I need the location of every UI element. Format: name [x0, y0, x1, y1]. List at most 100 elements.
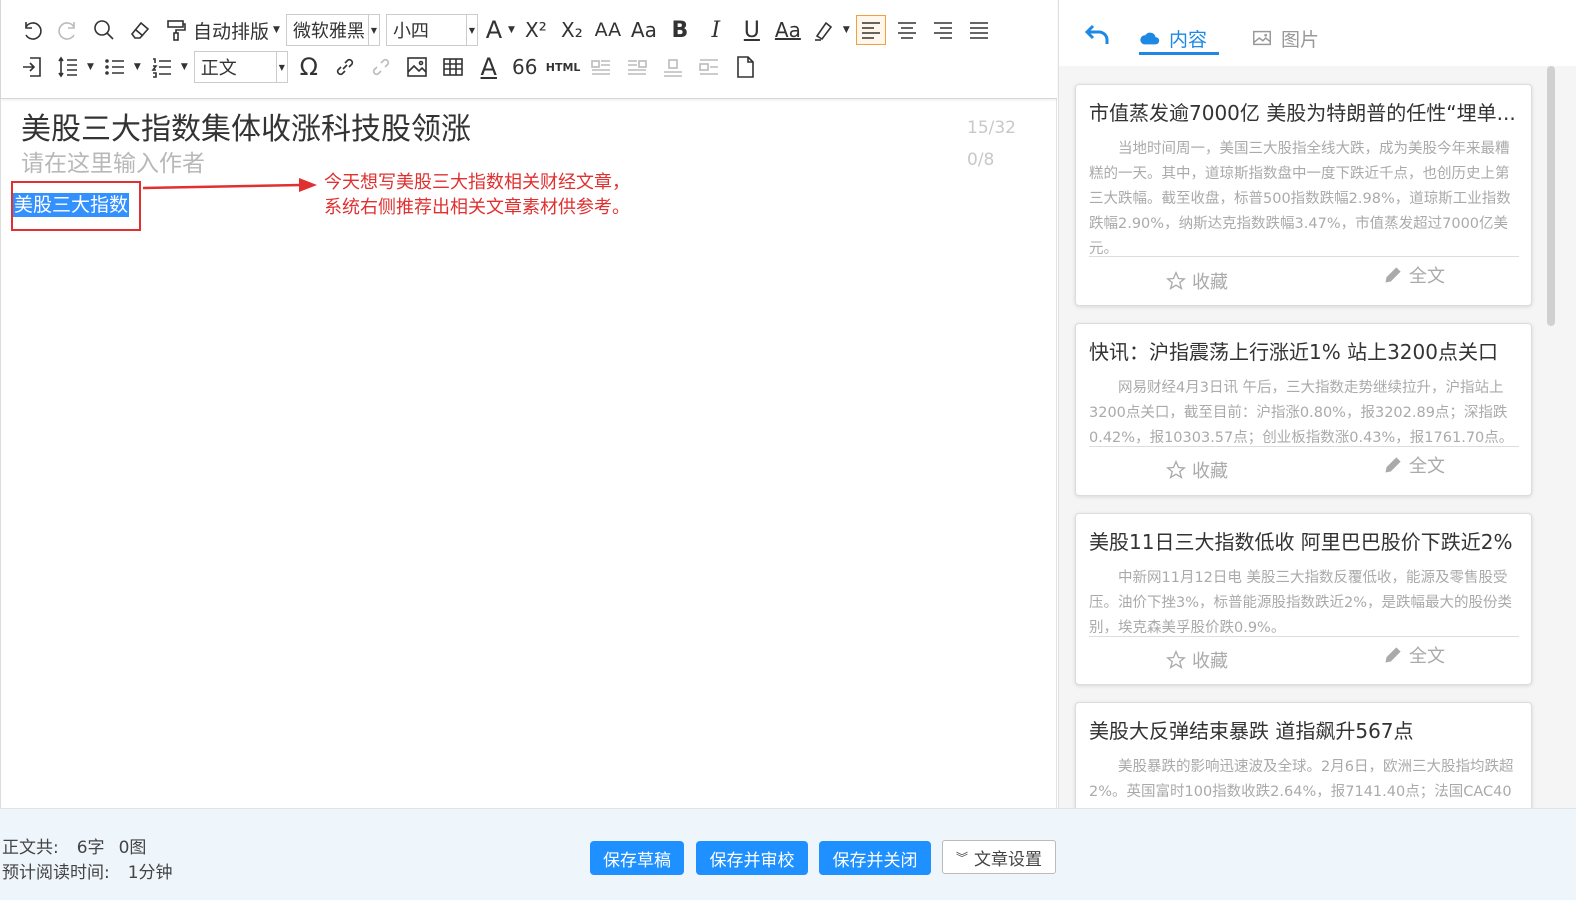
align-justify-button[interactable] [964, 15, 994, 45]
text-effect-button[interactable]: Aa [773, 15, 803, 45]
indent-icon [23, 57, 41, 77]
italic-button[interactable]: I [701, 15, 731, 45]
article-card[interactable]: 美股11日三大指数低收 阿里巴巴股价下跌近2% 中新网11月12日电 美股三大指… [1075, 513, 1532, 685]
font-color-button[interactable]: A [484, 15, 504, 45]
font-case-button[interactable]: AA [593, 15, 623, 45]
footer-bar: 正文共: 6字 0图 预计阅读时间: 1分钟 保存草稿 保存并审校 保存并关闭 ︾ 文… [0, 808, 1576, 900]
format-painter-button[interactable] [161, 15, 191, 45]
article-card-title[interactable]: 快讯：沪指震荡上行涨近1% 站上3200点关口 [1089, 336, 1519, 365]
cloud-icon [1140, 32, 1160, 45]
article-card-summary: 当地时间周一，美国三大股指全线大跌，成为美股今年来最糟糕的一天。其中，道琼斯指数… [1089, 141, 1511, 257]
bullet-list-button[interactable] [100, 52, 130, 82]
back-button[interactable] [1083, 20, 1111, 48]
align-center-icon [897, 22, 916, 39]
title-input[interactable]: 美股三大指数集体收涨科技股领涨 [21, 104, 471, 148]
page-icon [737, 56, 755, 78]
panel-scrollbar[interactable] [1547, 66, 1555, 326]
align-center-button[interactable] [892, 15, 922, 45]
font-case-icon: AA [594, 19, 622, 41]
font-background-button[interactable]: A [474, 52, 504, 82]
collect-label: 收藏 [1192, 651, 1228, 672]
article-settings-button[interactable]: ︾ 文章设置 [942, 840, 1056, 874]
underline-icon: U [743, 17, 760, 43]
numbered-list-dropdown-icon[interactable]: ▼ [181, 62, 188, 72]
redo-icon [58, 22, 75, 40]
annotation-line-1: 今天想写美股三大指数相关财经文章， [324, 172, 630, 193]
article-card[interactable]: 快讯：沪指震荡上行涨近1% 站上3200点关口 网易财经4月3日讯 午后，三大指… [1075, 323, 1532, 496]
eraser-button[interactable] [125, 15, 155, 45]
align-left-button[interactable] [855, 15, 886, 45]
save-close-button[interactable]: 保存并关闭 [819, 841, 931, 875]
superscript-button[interactable]: X² [521, 15, 551, 45]
author-input[interactable]: 请在这里输入作者 [21, 144, 205, 178]
subscript-button[interactable]: X₂ [557, 15, 587, 45]
undo-button[interactable] [17, 15, 47, 45]
image-center-button[interactable] [658, 52, 688, 82]
redo-button[interactable] [53, 15, 83, 45]
recommendation-header: 内容 图片 [1059, 0, 1576, 66]
quote-button[interactable]: 66 [510, 52, 540, 82]
underline-button[interactable]: U [737, 15, 767, 45]
highlight-button[interactable] [809, 15, 839, 45]
highlight-dropdown-icon[interactable]: ▼ [843, 25, 850, 35]
eraser-icon [130, 21, 150, 39]
line-height-button[interactable] [53, 52, 83, 82]
save-review-button[interactable]: 保存并审校 [696, 841, 808, 875]
image-inline-button[interactable] [694, 52, 724, 82]
word-count-value: 6字 [76, 838, 105, 858]
full-text-button[interactable]: 全文 [1383, 642, 1445, 668]
page-button[interactable] [730, 52, 760, 82]
font-family-select[interactable]: 微软雅黑 ▼ [285, 14, 380, 46]
bullet-list-dropdown-icon[interactable]: ▼ [134, 62, 141, 72]
auto-layout-dropdown-icon[interactable]: ▼ [273, 25, 280, 35]
indent-button[interactable] [17, 52, 47, 82]
image-float-left-button[interactable] [586, 52, 616, 82]
card-divider [1089, 446, 1519, 447]
html-source-button[interactable]: HTML [546, 52, 581, 82]
annotation-arrow-icon [142, 178, 317, 192]
collect-button[interactable]: 收藏 [1166, 647, 1228, 673]
image-inline-icon [699, 59, 719, 75]
full-text-button[interactable]: 全文 [1383, 452, 1445, 478]
article-card-title[interactable]: 美股11日三大指数低收 阿里巴巴股价下跌近2% [1089, 526, 1519, 555]
article-card[interactable]: 美股大反弹结束暴跌 道指飙升567点 美股暴跌的影响迅速波及全球。2月6日，欧洲… [1075, 702, 1532, 808]
font-size-select[interactable]: 小四 ▼ [385, 14, 478, 46]
link-button[interactable] [330, 52, 360, 82]
save-draft-button[interactable]: 保存草稿 [590, 841, 684, 875]
tab-images[interactable]: 图片 [1251, 20, 1319, 56]
undo-icon [25, 22, 42, 40]
paragraph-style-select[interactable]: 正文 ▼ [193, 51, 288, 83]
bold-button[interactable]: B [665, 15, 695, 45]
line-height-icon [58, 56, 77, 78]
insert-table-button[interactable] [438, 52, 468, 82]
font-color-dropdown-icon[interactable]: ▼ [508, 25, 515, 35]
chevron-double-down-icon: ︾ [955, 850, 968, 865]
collect-label: 收藏 [1192, 461, 1228, 482]
align-right-button[interactable] [928, 15, 958, 45]
unlink-button[interactable] [366, 52, 396, 82]
article-card-summary: 中新网11月12日电 美股三大指数反覆低收，能源及零售股受压。油价下挫3%，标普… [1089, 570, 1513, 636]
search-button[interactable] [89, 15, 119, 45]
selected-body-text[interactable]: 美股三大指数 [13, 193, 130, 217]
special-char-button[interactable]: Ω [294, 52, 324, 82]
picture-icon [1253, 30, 1271, 46]
insert-image-button[interactable] [402, 52, 432, 82]
numbered-list-button[interactable] [147, 52, 177, 82]
star-icon [1166, 460, 1186, 479]
image-float-right-button[interactable] [622, 52, 652, 82]
article-card[interactable]: 市值蒸发逾7000亿 美股为特朗普的任性“埋单... 当地时间周一，美国三大股指… [1075, 84, 1532, 306]
card-divider [1089, 256, 1519, 257]
toolbar-row-1: 自动排版 ▼ 微软雅黑 ▼ 小四 ▼ A ▼ X² X₂ AA Aa B I U A… [17, 13, 1000, 47]
line-height-dropdown-icon[interactable]: ▼ [87, 62, 94, 72]
tab-content[interactable]: 内容 [1139, 20, 1207, 56]
image-float-right-icon [628, 60, 648, 75]
font-style-button[interactable]: Aa [629, 15, 659, 45]
auto-layout-button[interactable]: 自动排版 [193, 17, 269, 44]
article-card-title[interactable]: 市值蒸发逾7000亿 美股为特朗普的任性“埋单... [1089, 97, 1519, 126]
collect-button[interactable]: 收藏 [1166, 268, 1228, 294]
font-family-arrow-icon: ▼ [367, 15, 379, 45]
article-card-title[interactable]: 美股大反弹结束暴跌 道指飙升567点 [1089, 715, 1519, 744]
full-text-button[interactable]: 全文 [1383, 262, 1445, 288]
pencil-icon [1385, 647, 1401, 663]
collect-button[interactable]: 收藏 [1166, 457, 1228, 483]
